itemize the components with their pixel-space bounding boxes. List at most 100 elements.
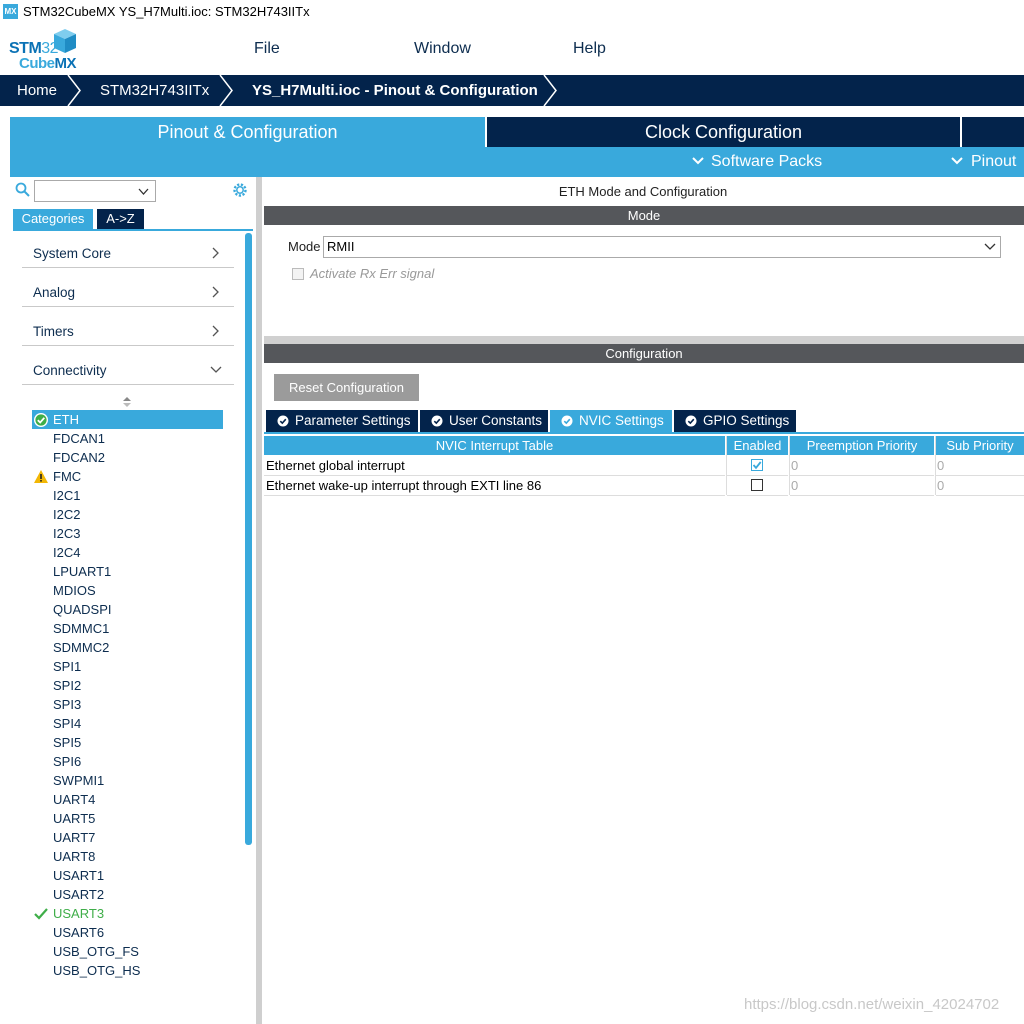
search-input[interactable] <box>34 180 156 202</box>
list-item[interactable]: MDIOS <box>32 581 223 600</box>
tab-gpio-settings[interactable]: GPIO Settings <box>674 410 796 432</box>
list-item-label: UART4 <box>53 792 96 807</box>
list-item[interactable]: I2C2 <box>32 505 223 524</box>
tab-pinout-configuration[interactable]: Pinout & Configuration <box>10 117 485 147</box>
list-item[interactable]: FMC <box>32 467 223 486</box>
list-item-label: FDCAN2 <box>53 450 106 465</box>
list-item[interactable]: I2C1 <box>32 486 223 505</box>
menu-help[interactable]: Help <box>573 40 606 58</box>
list-item[interactable]: I2C3 <box>32 524 223 543</box>
chevron-down-icon <box>692 157 704 165</box>
list-item[interactable]: SDMMC1 <box>32 619 223 638</box>
tab-label: GPIO Settings <box>703 413 790 428</box>
tab-clock-configuration[interactable]: Clock Configuration <box>487 117 960 147</box>
list-item[interactable]: FDCAN1 <box>32 429 223 448</box>
list-item[interactable]: SPI4 <box>32 714 223 733</box>
menu-file[interactable]: File <box>254 40 280 58</box>
menubar: STM32 CubeMX File Window Help <box>0 24 1024 75</box>
configuration-header: Configuration <box>264 344 1024 363</box>
list-item[interactable]: USB_OTG_FS <box>32 942 223 961</box>
mode-value: RMII <box>327 239 355 254</box>
chevron-right-icon <box>212 325 219 337</box>
list-item-label: SPI3 <box>53 697 82 712</box>
menu-window[interactable]: Window <box>414 40 471 58</box>
category-system-core[interactable]: System Core <box>22 234 234 268</box>
tab-categories[interactable]: Categories <box>13 209 93 229</box>
menu-pinout[interactable]: Pinout <box>971 153 1016 171</box>
list-item-label: ETH <box>53 412 79 427</box>
list-item[interactable]: USB_OTG_HS <box>32 961 223 980</box>
list-item[interactable]: USART6 <box>32 923 223 942</box>
sort-icon[interactable] <box>122 396 132 408</box>
check-circle-icon <box>431 415 443 427</box>
check-icon <box>34 908 48 920</box>
list-item-label: USB_OTG_FS <box>53 944 139 959</box>
check-circle-icon <box>277 415 289 427</box>
sub-priority-cell[interactable]: 0 <box>936 476 1024 496</box>
breadcrumb-device[interactable]: STM32H743IITx <box>100 82 209 99</box>
list-item[interactable]: I2C4 <box>32 543 223 562</box>
tab-user-constants[interactable]: User Constants <box>420 410 548 432</box>
list-item[interactable]: USART3 <box>32 904 223 923</box>
tab-parameter-settings[interactable]: Parameter Settings <box>266 410 418 432</box>
rx-err-label: Activate Rx Err signal <box>310 266 435 281</box>
list-item-label: SPI6 <box>53 754 82 769</box>
scrollbar-thumb[interactable] <box>245 233 252 845</box>
list-item-label: SPI5 <box>53 735 82 750</box>
enabled-cell <box>727 456 788 476</box>
list-item-label: I2C3 <box>53 526 81 541</box>
list-item-label: MDIOS <box>53 583 96 598</box>
gear-icon[interactable] <box>231 181 249 199</box>
list-item[interactable]: SWPMI1 <box>32 771 223 790</box>
list-item[interactable]: LPUART1 <box>32 562 223 581</box>
reset-configuration-button[interactable]: Reset Configuration <box>274 374 419 401</box>
window-title: STM32CubeMX YS_H7Multi.ioc: STM32H743IIT… <box>23 4 310 19</box>
col-enabled: Enabled <box>727 436 788 455</box>
sub-priority-cell[interactable]: 0 <box>936 456 1024 476</box>
list-item[interactable]: UART4 <box>32 790 223 809</box>
list-item-label: UART7 <box>53 830 96 845</box>
mode-select[interactable]: RMII <box>323 236 1001 258</box>
list-item[interactable]: UART8 <box>32 847 223 866</box>
list-item-label: SDMMC2 <box>53 640 110 655</box>
check-circle-icon <box>561 415 573 427</box>
list-item[interactable]: UART7 <box>32 828 223 847</box>
list-item[interactable]: SPI2 <box>32 676 223 695</box>
category-timers[interactable]: Timers <box>22 312 234 346</box>
category-tab-underline <box>13 229 253 231</box>
menu-software-packs[interactable]: Software Packs <box>711 153 822 171</box>
enabled-checkbox-checked[interactable] <box>751 459 763 471</box>
list-item[interactable]: USART1 <box>32 866 223 885</box>
preemption-priority-cell[interactable]: 0 <box>790 476 934 496</box>
preemption-priority-cell[interactable]: 0 <box>790 456 934 476</box>
tab-a-z[interactable]: A->Z <box>97 209 144 229</box>
list-item-label: SWPMI1 <box>53 773 105 788</box>
list-item[interactable]: SPI3 <box>32 695 223 714</box>
list-item[interactable]: QUADSPI <box>32 600 223 619</box>
interrupt-name-cell: Ethernet wake-up interrupt through EXTI … <box>264 476 725 496</box>
chevron-down-icon <box>138 188 149 195</box>
right-panel <box>262 177 1024 1024</box>
check-circle-icon <box>34 413 48 427</box>
category-connectivity[interactable]: Connectivity <box>22 351 234 385</box>
list-item[interactable]: USART2 <box>32 885 223 904</box>
column-separator <box>935 436 936 495</box>
window-titlebar: MX STM32CubeMX YS_H7Multi.ioc: STM32H743… <box>0 0 1024 24</box>
list-item-label: UART8 <box>53 849 96 864</box>
list-item[interactable]: ETH <box>32 410 223 429</box>
list-item[interactable]: SPI6 <box>32 752 223 771</box>
list-item[interactable]: SPI5 <box>32 733 223 752</box>
subtab-underline <box>264 432 1024 434</box>
col-nvic-interrupt-table: NVIC Interrupt Table <box>264 436 725 455</box>
list-item[interactable]: SDMMC2 <box>32 638 223 657</box>
breadcrumb-project[interactable]: YS_H7Multi.ioc - Pinout & Configuration <box>252 82 538 99</box>
list-item[interactable]: UART5 <box>32 809 223 828</box>
enabled-checkbox[interactable] <box>751 479 763 491</box>
category-analog[interactable]: Analog <box>22 273 234 307</box>
list-item[interactable]: SPI1 <box>32 657 223 676</box>
breadcrumb-home[interactable]: Home <box>17 82 57 99</box>
tab-overflow[interactable] <box>962 117 1024 147</box>
list-item[interactable]: FDCAN2 <box>32 448 223 467</box>
list-item-label: SDMMC1 <box>53 621 110 636</box>
tab-nvic-settings[interactable]: NVIC Settings <box>550 410 672 432</box>
